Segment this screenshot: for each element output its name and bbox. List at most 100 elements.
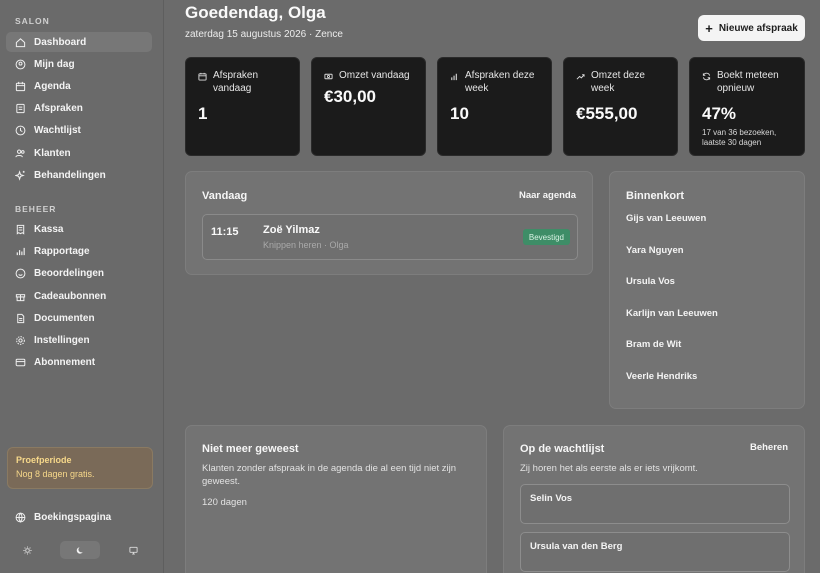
system-theme-button[interactable] [113,541,153,559]
new-appointment-button[interactable]: + Nieuwe afspraak [698,15,805,41]
dark-theme-button[interactable] [60,541,100,559]
upcoming-card: Binnenkort Gijs van Leeuwen Yara Nguyen … [609,171,805,409]
stat-card-revenue-week: Omzet deze week €555,00 [563,57,678,156]
trend-up-icon [576,74,585,80]
gear-icon [16,335,25,345]
plus-icon: + [705,20,713,36]
stat-card-revenue-today: Omzet vandaag €30,00 [311,57,426,156]
user-circle-icon [15,59,26,69]
stat-value: €555,00 [576,104,638,123]
list-item[interactable]: Bram de Wit [626,339,681,350]
stat-value: 10 [450,104,469,123]
stat-label: Omzet vandaag [339,70,410,81]
sidebar-item-rapportage[interactable]: Rapportage [6,241,152,261]
sidebar: SALON Dashboard Mijn dag Agenda Afsprake… [0,0,164,573]
upcoming-title: Binnenkort [626,190,685,202]
stat-value: €30,00 [324,87,376,106]
calendar-icon [15,81,26,91]
section-label-salon: SALON [15,16,50,26]
sidebar-item-label: Documenten [34,312,95,324]
sidebar-item-label: Beoordelingen [34,267,105,279]
list-item[interactable]: Yara Nguyen [626,245,684,256]
gift-icon [15,293,26,301]
list-item[interactable]: Veerle Hendriks [626,371,697,382]
sidebar-item-label: Wachtlijst [34,124,81,136]
trial-title: Proefperiode [16,455,72,465]
today-title: Vandaag [202,190,248,202]
trial-banner[interactable]: Proefperiode Nog 8 dagen gratis. [7,447,153,489]
stat-label: Afspraken vandaag [213,70,259,94]
appointment-client: Zoë Yilmaz [263,224,320,236]
stat-note: 17 van 36 bezoeken, laatste 30 dagen [702,128,777,147]
waitlist-item[interactable]: Ursula van den Berg [520,532,790,572]
sidebar-item-dashboard[interactable]: Dashboard [6,32,152,52]
credit-card-icon [15,358,26,366]
sidebar-item-label: Klanten [34,147,71,159]
section-label-beheer: BEHEER [15,204,57,214]
to-agenda-link[interactable]: Naar agenda [519,190,576,201]
sidebar-item-instellingen[interactable]: Instellingen [6,330,152,350]
appointment-row[interactable]: 11:15 Zoë Yilmaz Knippen heren · Olga Be… [202,214,578,260]
list-item[interactable]: Gijs van Leeuwen [626,213,706,224]
sidebar-item-agenda[interactable]: Agenda [6,76,152,96]
list-item[interactable]: Karlijn van Leeuwen [626,308,718,319]
stat-value: 47% [702,104,737,123]
sidebar-item-label: Dashboard [34,36,87,48]
globe-icon [15,512,26,523]
sidebar-item-klanten[interactable]: Klanten [6,143,152,163]
new-appointment-label: Nieuwe afspraak [718,22,798,34]
monitor-icon [128,546,138,555]
waitlist-card: Op de wachtlijst Beheren Zij horen het a… [503,425,805,573]
waitlist-description: Zij horen het als eerste als er iets vri… [520,463,698,474]
calendar-icon [198,72,207,81]
sidebar-item-label: Abonnement [34,356,96,368]
sidebar-item-kassa[interactable]: Kassa [6,219,152,239]
sidebar-item-label: Afspraken [34,102,83,114]
sidebar-item-cadeaubonnen[interactable]: Cadeaubonnen [6,286,152,306]
trial-text: Nog 8 dagen gratis. [16,469,95,479]
bar-chart-icon [451,73,457,81]
bar-chart-icon [16,247,25,255]
home-icon [15,37,26,47]
sidebar-item-afspraken[interactable]: Afspraken [6,98,152,118]
refresh-icon [702,72,711,81]
sidebar-item-label: Instellingen [34,334,90,346]
sidebar-item-label: Rapportage [34,245,90,257]
stat-label: Omzet deze week [591,70,645,94]
waitlist-title: Op de wachtlijst [520,443,605,455]
sun-icon [22,545,32,555]
sidebar-item-documenten[interactable]: Documenten [6,308,152,328]
appointment-detail: Knippen heren · Olga [263,240,349,250]
document-icon [17,313,25,323]
users-icon [15,149,25,157]
theme-switcher [7,540,153,560]
stat-card-appointments-week: Afspraken deze week 10 [437,57,552,156]
today-card: Vandaag Naar agenda 11:15 Zoë Yilmaz Kni… [185,171,593,275]
stat-label: Boekt meteen opnieuw [717,70,779,94]
not-seen-title: Niet meer geweest [202,443,299,455]
sidebar-item-label: Kassa [34,223,64,235]
clock-icon [15,125,26,135]
sidebar-item-boekingspagina[interactable]: Boekingspagina [6,507,152,527]
not-seen-card: Niet meer geweest Klanten zonder afspraa… [185,425,487,573]
manage-waitlist-link[interactable]: Beheren [750,442,788,453]
stat-card-appointments-today: Afspraken vandaag 1 [185,57,300,156]
sidebar-item-label: Boekingspagina [34,511,112,523]
moon-icon [76,546,83,554]
sidebar-item-wachtlijst[interactable]: Wachtlijst [6,120,152,140]
list-item[interactable]: Ursula Vos [626,276,675,287]
status-badge: Bevestigd [522,229,570,245]
waitlist-item[interactable]: Selin Vos [520,484,790,524]
not-seen-days[interactable]: 120 dagen [202,496,247,509]
date-line: zaterdag 15 augustus 2026 · Zence [185,29,343,40]
appointment-time: 11:15 [211,226,239,238]
sidebar-item-mijn-dag[interactable]: Mijn dag [6,54,152,74]
sidebar-item-beoordelingen[interactable]: Beoordelingen [6,263,152,283]
sidebar-item-behandelingen[interactable]: Behandelingen [6,165,152,185]
receipt-icon [16,224,25,235]
smile-icon [15,268,26,278]
light-theme-button[interactable] [7,541,47,559]
sidebar-item-abonnement[interactable]: Abonnement [6,352,152,372]
cash-icon [324,73,333,80]
sidebar-item-label: Agenda [34,80,71,92]
